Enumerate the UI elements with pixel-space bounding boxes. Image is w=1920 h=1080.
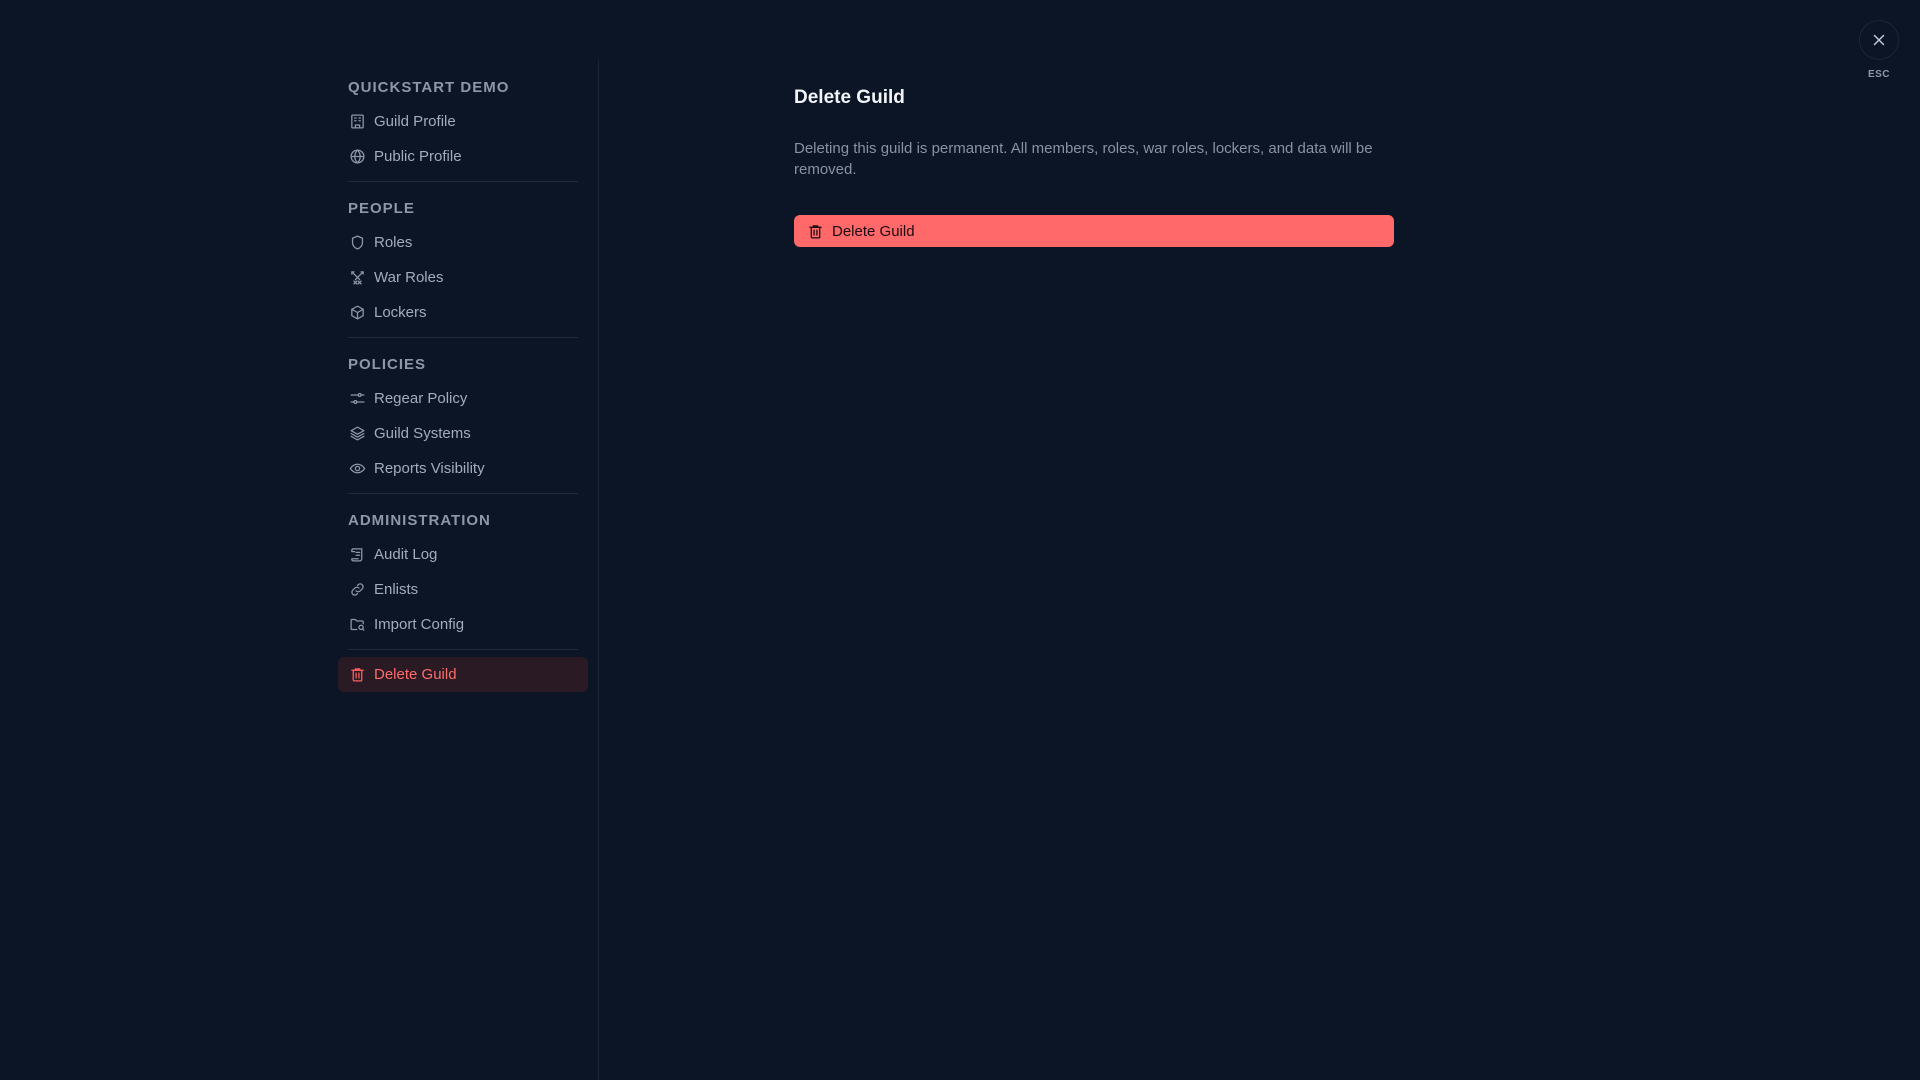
section-policies: POLICIES Regear Policy Guild Systems Rep…	[328, 354, 598, 486]
scroll-icon	[348, 546, 366, 564]
close-control: ESC	[1858, 20, 1900, 80]
shield-icon	[348, 234, 366, 252]
globe-icon	[348, 148, 366, 166]
sidebar-item-label: Guild Systems	[374, 425, 471, 442]
section-title: ADMINISTRATION	[348, 512, 491, 529]
sidebar-item-public-profile[interactable]: Public Profile	[338, 139, 588, 174]
delete-description: Deleting this guild is permanent. All me…	[794, 140, 1373, 178]
crossed-swords-icon	[348, 269, 366, 287]
sidebar-item-label: Import Config	[374, 616, 465, 633]
sidebar-item-audit-log[interactable]: Audit Log	[338, 537, 588, 572]
trash-icon	[806, 222, 824, 240]
layers-icon	[348, 425, 366, 443]
building-icon	[348, 113, 366, 131]
sidebar-item-label: Audit Log	[374, 546, 438, 563]
divider	[348, 181, 578, 182]
sidebar-item-roles[interactable]: Roles	[338, 225, 588, 260]
sidebar-item-label: Public Profile	[374, 148, 462, 165]
sidebar-item-delete-guild[interactable]: Delete Guild	[338, 657, 588, 692]
section-administration: ADMINISTRATION Audit Log Enlists Import …	[328, 510, 598, 642]
trash-icon	[348, 666, 366, 684]
sidebar-item-guild-profile[interactable]: Guild Profile	[338, 104, 588, 139]
close-icon	[1870, 31, 1888, 49]
sidebar-item-guild-systems[interactable]: Guild Systems	[338, 416, 588, 451]
sidebar-item-label: Roles	[374, 234, 413, 251]
folder-search-icon	[348, 616, 366, 634]
esc-label: ESC	[1867, 69, 1891, 80]
sidebar-item-war-roles[interactable]: War Roles	[338, 260, 588, 295]
section-title: QUICKSTART DEMO	[348, 79, 510, 96]
divider	[348, 337, 578, 338]
section-people: PEOPLE Roles War Roles Lockers	[328, 198, 598, 330]
sidebar-item-enlists[interactable]: Enlists	[338, 572, 588, 607]
link-icon	[348, 581, 366, 599]
section-danger: Delete Guild	[328, 657, 598, 692]
sidebar-item-lockers[interactable]: Lockers	[338, 295, 588, 330]
sidebar-item-reports-visibility[interactable]: Reports Visibility	[338, 451, 588, 486]
close-button[interactable]	[1859, 20, 1899, 60]
sliders-icon	[348, 390, 366, 408]
page-title: Delete Guild	[794, 87, 905, 108]
sidebar-item-import-config[interactable]: Import Config	[338, 607, 588, 642]
sidebar-item-label: War Roles	[374, 269, 444, 286]
sidebar-item-label: Delete Guild	[374, 666, 457, 683]
main-content: Delete Guild Deleting this guild is perm…	[794, 86, 1394, 247]
section-title: POLICIES	[348, 356, 427, 373]
sidebar-item-label: Reports Visibility	[374, 460, 485, 477]
sidebar-item-label: Lockers	[374, 304, 427, 321]
eye-icon	[348, 460, 366, 478]
divider	[348, 493, 578, 494]
box-icon	[348, 304, 366, 322]
section-quickstart-demo: QUICKSTART DEMO Guild Profile Public Pro…	[328, 77, 598, 174]
sidebar-item-label: Enlists	[374, 581, 419, 598]
delete-guild-button-label: Delete Guild	[832, 222, 915, 240]
delete-guild-button[interactable]: Delete Guild	[794, 215, 1394, 247]
sidebar-item-regear-policy[interactable]: Regear Policy	[338, 381, 588, 416]
sidebar-item-label: Guild Profile	[374, 113, 456, 130]
section-title: PEOPLE	[348, 200, 415, 217]
sidebar-item-label: Regear Policy	[374, 390, 468, 407]
settings-sidebar: QUICKSTART DEMO Guild Profile Public Pro…	[328, 60, 599, 1080]
divider	[348, 649, 578, 650]
